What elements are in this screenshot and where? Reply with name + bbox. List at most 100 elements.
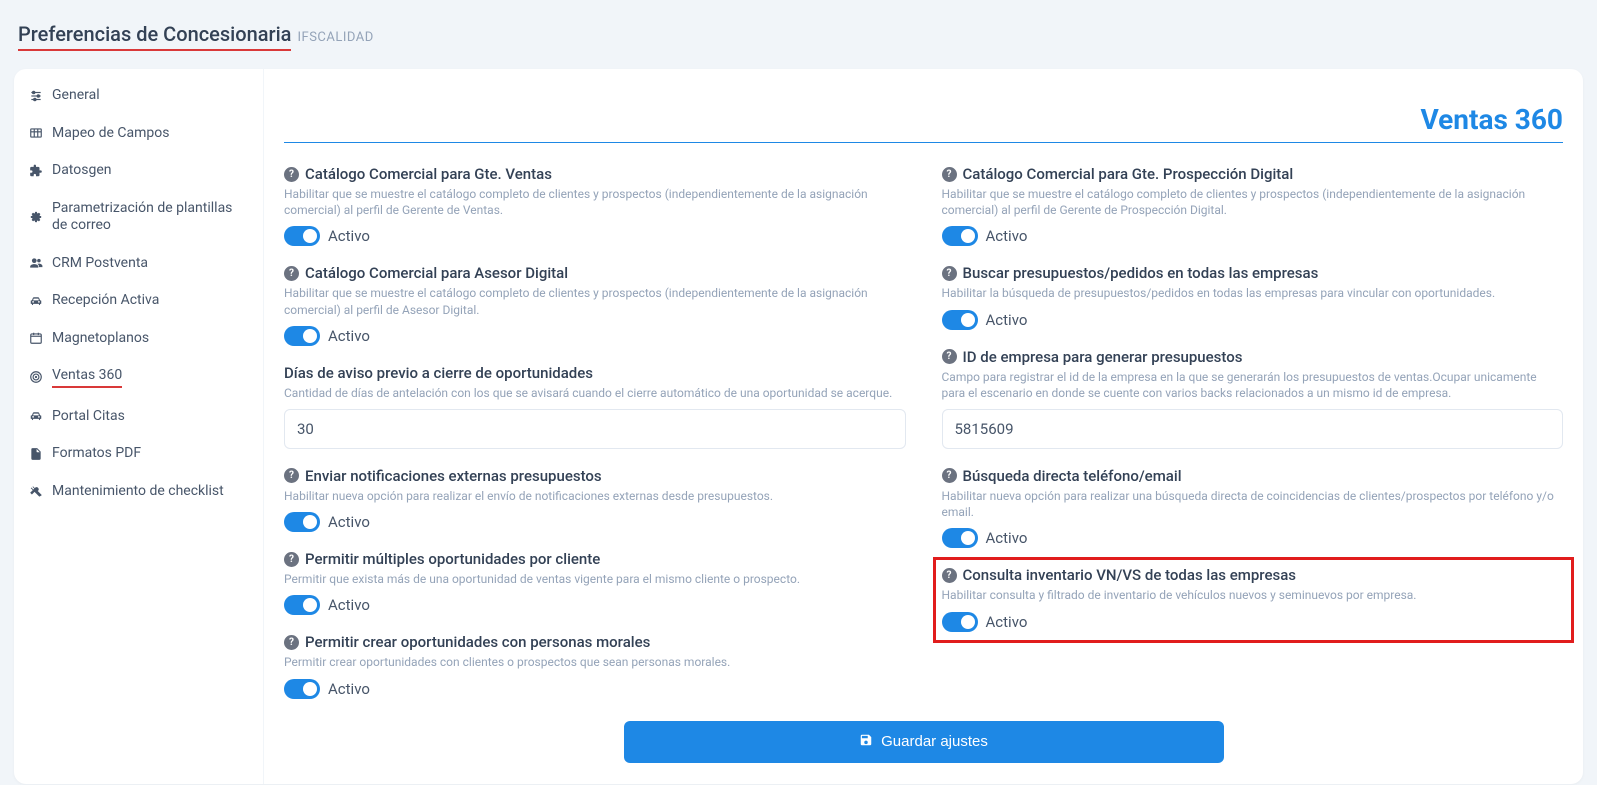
help-icon[interactable]: ? xyxy=(284,468,299,483)
save-button-label: Guardar ajustes xyxy=(881,733,988,750)
setting-description: Habilitar consulta y filtrado de inventa… xyxy=(942,587,1564,603)
setting-input[interactable] xyxy=(284,409,906,449)
toggle-switch[interactable] xyxy=(942,528,978,548)
toggle-row: Activo xyxy=(284,226,906,246)
puzzle-icon xyxy=(28,163,44,179)
setting-left-4: ? Permitir múltiples oportunidades por cl… xyxy=(284,550,906,615)
setting-title-row: ?ID de empresa para generar presupuestos xyxy=(942,348,1564,366)
car-icon xyxy=(28,293,44,309)
sidebar-item-label: Recepción Activa xyxy=(52,292,159,310)
toggle-row: Activo xyxy=(942,612,1564,632)
help-icon[interactable]: ? xyxy=(942,468,957,483)
sidebar-item-5[interactable]: Recepción Activa xyxy=(14,282,263,320)
sidebar-item-7[interactable]: Ventas 360 xyxy=(14,357,263,398)
setting-title: Búsqueda directa teléfono/email xyxy=(963,467,1182,485)
setting-description: Habilitar que se muestre el catálogo com… xyxy=(284,285,906,317)
toggle-switch[interactable] xyxy=(284,679,320,699)
setting-description: Habilitar que se muestre el catálogo com… xyxy=(284,186,906,218)
toggle-label: Activo xyxy=(986,227,1028,245)
sidebar-item-label: CRM Postventa xyxy=(52,255,148,273)
setting-description: Habilitar nueva opción para realizar el … xyxy=(284,488,906,504)
toggle-row: Activo xyxy=(942,226,1564,246)
setting-input[interactable] xyxy=(942,409,1564,449)
sidebar-item-8[interactable]: Portal Citas xyxy=(14,398,263,436)
toggle-switch[interactable] xyxy=(284,595,320,615)
setting-description: Habilitar nueva opción para realizar una… xyxy=(942,488,1564,520)
setting-title: Permitir múltiples oportunidades por cli… xyxy=(305,550,600,568)
sidebar-item-label: General xyxy=(52,87,100,105)
toggle-switch[interactable] xyxy=(942,310,978,330)
toggle-label: Activo xyxy=(986,613,1028,631)
sidebar-item-4[interactable]: CRM Postventa xyxy=(14,245,263,283)
setting-left-0: ? Catálogo Comercial para Gte. Ventas Habi… xyxy=(284,165,906,246)
sidebar-item-0[interactable]: General xyxy=(14,77,263,115)
help-icon[interactable]: ? xyxy=(284,635,299,650)
toggle-switch[interactable] xyxy=(942,226,978,246)
toggle-row: Activo xyxy=(284,326,906,346)
setting-title-row: ? Catálogo Comercial para Asesor Digital xyxy=(284,264,906,282)
setting-description: Habilitar la búsqueda de presupuestos/pe… xyxy=(942,285,1564,301)
setting-left-2: Días de aviso previo a cierre de oportun… xyxy=(284,364,906,449)
toggle-label: Activo xyxy=(986,311,1028,329)
sidebar-item-2[interactable]: Datosgen xyxy=(14,152,263,190)
main-panel: Ventas 360 ?Catálogo Comercial para Gte.… xyxy=(264,69,1583,784)
page-title: Preferencias de Concesionaria xyxy=(18,22,291,51)
gears-icon xyxy=(28,209,44,225)
sidebar-item-9[interactable]: Formatos PDF xyxy=(14,435,263,473)
setting-title-row: ? Permitir múltiples oportunidades por cl… xyxy=(284,550,906,568)
setting-title: Catálogo Comercial para Gte. Ventas xyxy=(305,165,552,183)
setting-left-3: ? Enviar notificaciones externas presupue… xyxy=(284,467,906,532)
setting-title: Permitir crear oportunidades con persona… xyxy=(305,633,650,651)
toggle-switch[interactable] xyxy=(942,612,978,632)
setting-right-2: ?ID de empresa para generar presupuestos… xyxy=(942,348,1564,449)
sidebar-item-label: Datosgen xyxy=(52,162,111,180)
setting-description: Permitir crear oportunidades con cliente… xyxy=(284,654,906,670)
help-icon[interactable]: ? xyxy=(284,266,299,281)
users-icon xyxy=(28,255,44,271)
sidebar: General Mapeo de Campos Datosgen Parametriz… xyxy=(14,69,264,784)
setting-description: Permitir que exista más de una oportunid… xyxy=(284,571,906,587)
sidebar-item-6[interactable]: Magnetoplanos xyxy=(14,320,263,358)
content-card: General Mapeo de Campos Datosgen Parametriz… xyxy=(14,69,1583,784)
target-icon xyxy=(28,369,44,385)
settings-columns: ? Catálogo Comercial para Gte. Ventas Habi… xyxy=(284,165,1563,699)
sidebar-item-1[interactable]: Mapeo de Campos xyxy=(14,115,263,153)
car-icon xyxy=(28,408,44,424)
settings-column-right: ? Catálogo Comercial para Gte. Prospecció… xyxy=(942,165,1564,699)
help-icon[interactable]: ? xyxy=(284,167,299,182)
setting-title: Días de aviso previo a cierre de oportun… xyxy=(284,364,593,382)
toggle-switch[interactable] xyxy=(284,326,320,346)
help-icon[interactable]: ? xyxy=(284,552,299,567)
help-icon[interactable]: ? xyxy=(942,568,957,583)
sliders-icon xyxy=(28,88,44,104)
setting-title: Buscar presupuestos/pedidos en todas las… xyxy=(963,264,1319,282)
setting-right-0: ? Catálogo Comercial para Gte. Prospecció… xyxy=(942,165,1564,246)
sidebar-item-label: Magnetoplanos xyxy=(52,330,149,348)
setting-title-row: ? Enviar notificaciones externas presupue… xyxy=(284,467,906,485)
setting-title-row: ? Consulta inventario VN/VS de todas las … xyxy=(942,566,1564,584)
sidebar-item-3[interactable]: Parametrización de plantillas de correo xyxy=(14,190,263,245)
setting-title: Catálogo Comercial para Gte. Prospección… xyxy=(963,165,1294,183)
toggle-switch[interactable] xyxy=(284,226,320,246)
page-header: Preferencias de Concesionaria IFSCALIDAD xyxy=(0,0,1597,69)
help-icon[interactable]: ? xyxy=(942,349,957,364)
setting-title-row: ? Permitir crear oportunidades con person… xyxy=(284,633,906,651)
sidebar-item-label: Formatos PDF xyxy=(52,445,141,463)
sidebar-item-label: Portal Citas xyxy=(52,408,125,426)
setting-description: Cantidad de días de antelación con los q… xyxy=(284,385,906,401)
setting-title: Catálogo Comercial para Asesor Digital xyxy=(305,264,568,282)
save-button[interactable]: Guardar ajustes xyxy=(624,721,1224,763)
toggle-label: Activo xyxy=(328,513,370,531)
help-icon[interactable]: ? xyxy=(942,266,957,281)
toggle-switch[interactable] xyxy=(284,512,320,532)
help-icon[interactable]: ? xyxy=(942,167,957,182)
toggle-label: Activo xyxy=(328,227,370,245)
sidebar-item-10[interactable]: Mantenimiento de checklist xyxy=(14,473,263,511)
setting-title-row: Días de aviso previo a cierre de oportun… xyxy=(284,364,906,382)
setting-title: Consulta inventario VN/VS de todas las e… xyxy=(963,566,1297,584)
setting-right-3: ? Búsqueda directa teléfono/email Habilita… xyxy=(942,467,1564,548)
setting-left-1: ? Catálogo Comercial para Asesor Digital H… xyxy=(284,264,906,345)
setting-title: Enviar notificaciones externas presupues… xyxy=(305,467,602,485)
toggle-label: Activo xyxy=(328,596,370,614)
section-divider xyxy=(284,142,1563,143)
